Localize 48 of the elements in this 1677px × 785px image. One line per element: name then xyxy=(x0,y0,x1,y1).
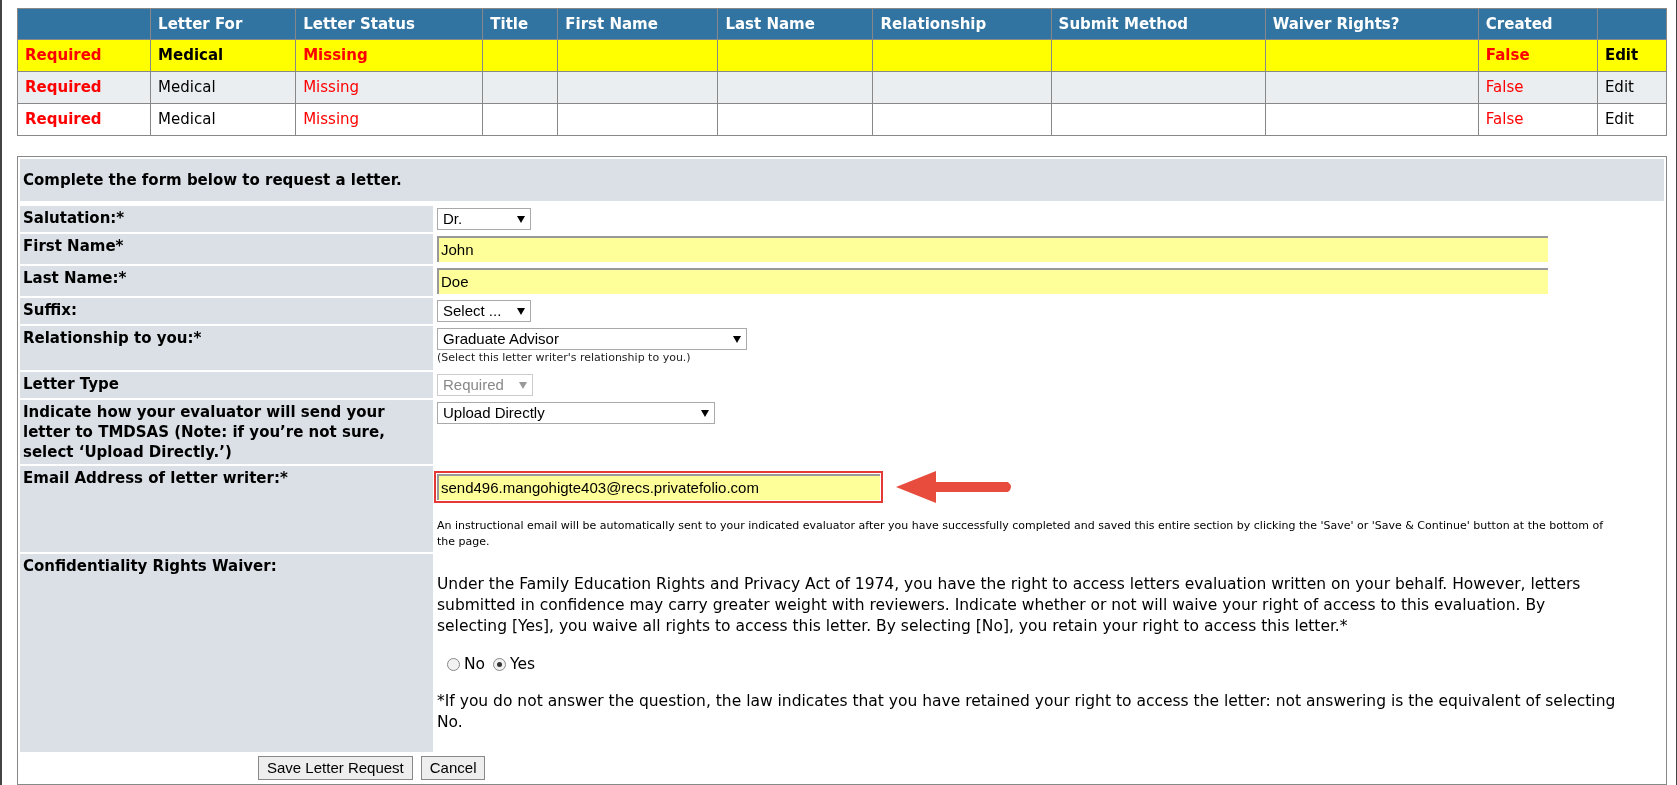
table-cell: Missing xyxy=(303,78,360,97)
radio-button[interactable] xyxy=(493,658,507,671)
form-heading: Complete the form below to request a letter. xyxy=(23,169,402,191)
table-cell: Required xyxy=(25,110,102,129)
table-row[interactable]: Required Medical Missing False Edit xyxy=(17,103,1667,136)
caret-icon xyxy=(519,381,527,389)
caret-icon xyxy=(701,409,709,417)
field-label: Indicate how your evaluator will send your letter to TMDSAS (Note: if you’re not sure, select ‘Upload Directly.’) xyxy=(23,403,385,461)
dropdown[interactable]: Upload Directly xyxy=(437,402,715,424)
field-label: Email Address of letter writer:* xyxy=(23,469,288,487)
form-button[interactable]: Cancel xyxy=(420,756,486,780)
field-label: Last Name:* xyxy=(23,269,127,287)
table-cell: Missing xyxy=(303,46,368,65)
table-cell: False xyxy=(1485,110,1524,129)
arrow-icon xyxy=(896,470,1014,504)
table-row[interactable]: Required Medical Missing False Edit xyxy=(17,39,1667,72)
footnote-text: *If you do not answer the question, the law indicates that you have retained your right to access the letter: not answering is the equivalent of selecting No. xyxy=(437,691,1617,733)
caret-icon xyxy=(517,215,525,223)
input-field[interactable]: John xyxy=(437,236,1548,262)
form-button[interactable]: Save Letter Request xyxy=(258,756,413,780)
radio-option[interactable]: No xyxy=(447,654,486,675)
table-row[interactable]: Required Medical Missing False Edit xyxy=(17,71,1667,104)
table-cell: False xyxy=(1485,78,1524,97)
caret-icon xyxy=(517,307,525,315)
table-cell: Medical xyxy=(158,78,216,97)
table-cell: Missing xyxy=(303,110,360,129)
table-cell: Required xyxy=(25,78,102,97)
field-label: Letter Type xyxy=(23,375,119,393)
dropdown[interactable]: Select ... xyxy=(437,300,531,322)
field-label: Suffix: xyxy=(23,301,77,319)
table-cell: Medical xyxy=(158,46,224,65)
table-cell: False xyxy=(1485,46,1530,65)
field-label: First Name* xyxy=(23,237,124,255)
waiver-text: Under the Family Education Rights and Privacy Act of 1974, you have the right to access letters evaluation written on your behalf. However, letters submitted in confidence may carry greater weight with reviewers. Indicate whether or not will waive your right of access to this evaluation. By selecting [Yes], you waive all rights to access this letter. By selecting [No], you retain your right to access this letter.* xyxy=(437,574,1582,637)
table-cell: Medical xyxy=(158,110,216,129)
input-field[interactable]: send496.mangohigte403@recs.privatefolio.com xyxy=(437,474,880,500)
help-text: An instructional email will be automatically sent to your indicated evaluator after you have successfully completed and saved this entire section by clicking the 'Save' or 'Save & Continue' button at the bottom of the page. xyxy=(437,518,1605,550)
table-cell: Required xyxy=(25,46,102,65)
radio-option[interactable]: Yes xyxy=(493,654,536,675)
field-label: Relationship to you:* xyxy=(23,329,202,347)
field-label: Confidentiality Rights Waiver: xyxy=(23,557,277,575)
caret-icon xyxy=(733,335,741,343)
hint-text: (Select this letter writer's relationship to you.) xyxy=(437,350,692,366)
radio-button[interactable] xyxy=(447,658,460,671)
field-label: Salutation:* xyxy=(23,209,125,227)
dropdown[interactable]: Graduate Advisor xyxy=(437,328,747,350)
input-field[interactable]: Doe xyxy=(437,268,1548,294)
dropdown[interactable]: Dr. xyxy=(437,208,531,230)
